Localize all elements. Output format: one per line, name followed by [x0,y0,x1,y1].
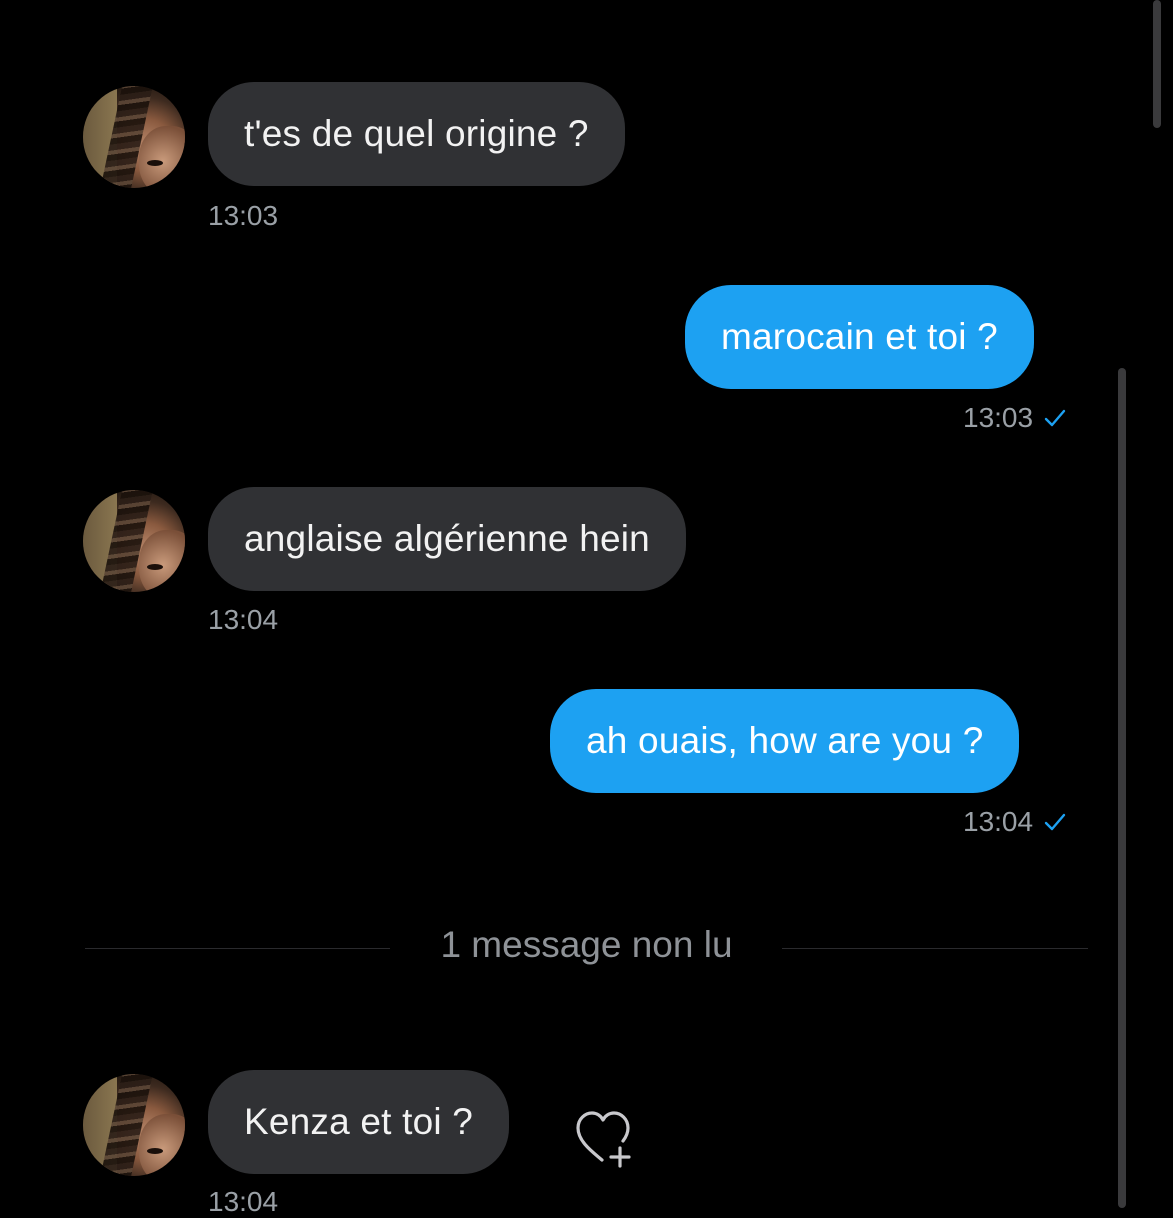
outgoing-message-bubble[interactable]: marocain et toi ? [685,285,1034,389]
unread-label: 1 message non lu [440,924,733,965]
message-timestamp: 13:04 [208,1186,279,1217]
message-text: t'es de quel origine ? [244,113,589,154]
sender-avatar[interactable] [83,490,185,592]
message-text: marocain et toi ? [721,316,998,357]
conversation-thread[interactable]: t'es de quel origine ? 13:03 marocain et… [0,0,1173,1217]
incoming-message-bubble[interactable]: anglaise algérienne hein [208,487,686,591]
incoming-message-bubble[interactable]: t'es de quel origine ? [208,82,625,186]
checkmark-icon [1044,409,1066,427]
message-timestamp: 13:04 [208,604,279,635]
message-text: ah ouais, how are you ? [586,720,984,761]
message-status: 13:03 [963,402,1067,434]
message-text: Kenza et toi ? [244,1101,474,1142]
outgoing-message-bubble[interactable]: ah ouais, how are you ? [550,689,1020,793]
unread-divider: 1 message non lu [0,924,1173,966]
scrollbar[interactable] [1118,368,1126,1208]
message-text: anglaise algérienne hein [244,518,650,559]
message-status: 13:04 [963,806,1067,838]
sender-avatar[interactable] [83,86,185,188]
message-timestamp: 13:03 [963,402,1034,433]
message-timestamp: 13:04 [963,806,1034,837]
message-timestamp: 13:03 [208,200,279,231]
heart-plus-icon[interactable] [572,1108,638,1168]
scrollbar-top[interactable] [1153,0,1161,128]
incoming-message-bubble[interactable]: Kenza et toi ? [208,1070,510,1174]
checkmark-icon [1044,813,1066,831]
sender-avatar[interactable] [83,1074,185,1176]
